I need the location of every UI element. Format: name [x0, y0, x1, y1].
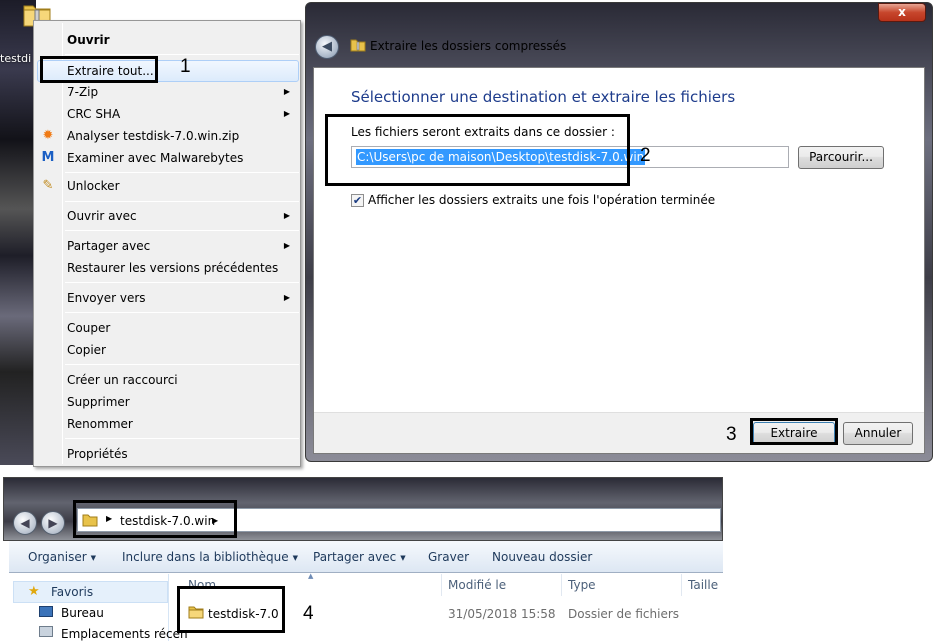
menu-item-7zip[interactable]: 7-Zip — [67, 85, 98, 99]
nav-desktop[interactable]: Bureau — [61, 606, 104, 620]
menu-separator — [65, 364, 299, 365]
dropdown-arrow-icon: ▼ — [400, 553, 406, 562]
annotation-box-address — [73, 500, 237, 538]
menu-gutter — [62, 23, 63, 464]
menu-item-cut[interactable]: Couper — [67, 321, 110, 335]
menu-item-malwarebytes[interactable]: Examiner avec Malwarebytes — [67, 151, 243, 165]
menu-item-open[interactable]: Ouvrir — [67, 33, 110, 47]
avast-icon: ✹ — [42, 128, 54, 143]
annotation-number-step1: 1 — [180, 56, 191, 77]
dropdown-arrow-icon: ▼ — [90, 553, 97, 562]
new-folder-button[interactable]: Nouveau dossier — [492, 550, 592, 564]
back-arrow-icon[interactable]: ◀ — [13, 511, 37, 535]
desktop-background — [0, 0, 36, 465]
menu-item-restore-versions[interactable]: Restaurer les versions précédentes — [67, 261, 278, 275]
annotation-number-step2: 2 — [640, 145, 651, 166]
menu-item-scan-avast[interactable]: Analyser testdisk-7.0.win.zip — [67, 129, 239, 143]
desktop-monitor-icon — [39, 606, 53, 617]
submenu-arrow-icon: ▶ — [283, 211, 290, 220]
submenu-arrow-icon: ▶ — [283, 293, 290, 302]
column-separator[interactable] — [561, 574, 562, 596]
dialog-title: Extraire les dossiers compressés — [370, 39, 567, 53]
file-row-type: Dossier de fichiers — [568, 607, 680, 621]
share-with-menu[interactable]: Partager avec ▼ — [313, 550, 406, 564]
column-separator[interactable] — [681, 574, 682, 596]
annotation-box-step4 — [177, 586, 285, 633]
annotation-box-step3 — [750, 418, 838, 445]
submenu-arrow-icon: ▶ — [283, 87, 290, 96]
menu-item-unlocker[interactable]: Unlocker — [67, 179, 120, 193]
column-separator[interactable] — [441, 574, 442, 596]
menu-item-delete[interactable]: Supprimer — [67, 395, 130, 409]
menu-item-crc-sha[interactable]: CRC SHA — [67, 107, 120, 121]
forward-arrow-icon[interactable]: ▶ — [41, 511, 65, 535]
menu-item-properties[interactable]: Propriétés — [67, 447, 128, 461]
column-header-modified[interactable]: Modifié le — [448, 578, 506, 592]
menu-separator — [65, 201, 299, 202]
column-header-type[interactable]: Type — [568, 578, 596, 592]
nav-recent-places[interactable]: Emplacements récen — [61, 627, 188, 641]
context-menu: Ouvrir Extraire tout... 7-Zip ▶ CRC SHA … — [33, 20, 301, 467]
cancel-button[interactable]: Annuler — [843, 422, 913, 445]
dropdown-arrow-icon: ▼ — [292, 553, 298, 562]
column-header-size[interactable]: Taille — [688, 578, 718, 592]
file-row-modified: 31/05/2018 15:58 — [448, 607, 556, 621]
include-library-menu[interactable]: Inclure dans la bibliothèque ▼ — [122, 550, 298, 564]
menu-separator — [65, 54, 299, 55]
dialog-heading: Sélectionner une destination et extraire… — [351, 88, 736, 106]
annotation-number-step4: 4 — [303, 603, 314, 624]
menu-item-open-with[interactable]: Ouvrir avec — [67, 209, 137, 223]
menu-item-share-with[interactable]: Partager avec — [67, 239, 150, 253]
unlocker-wand-icon: ✎ — [42, 178, 54, 193]
menu-item-create-shortcut[interactable]: Créer un raccourci — [67, 373, 178, 387]
menu-separator — [65, 312, 299, 313]
submenu-arrow-icon: ▶ — [283, 109, 290, 118]
recent-places-icon — [39, 626, 53, 637]
menu-item-send-to[interactable]: Envoyer vers — [67, 291, 146, 305]
nav-favorites[interactable]: Favoris — [51, 585, 93, 599]
star-icon: ★ — [28, 584, 40, 599]
submenu-arrow-icon: ▶ — [283, 241, 290, 250]
show-folders-checkbox[interactable]: ✔ — [351, 194, 364, 207]
show-folders-checkbox-label[interactable]: Afficher les dossiers extraits une fois … — [368, 193, 715, 207]
close-button[interactable]: x — [878, 3, 926, 22]
organize-menu[interactable]: Organiser ▼ — [28, 550, 96, 564]
menu-item-rename[interactable]: Renommer — [67, 417, 133, 431]
compressed-folder-icon — [350, 38, 366, 52]
annotation-box-step1 — [40, 56, 158, 83]
burn-button[interactable]: Graver — [428, 550, 469, 564]
malwarebytes-icon: M — [41, 150, 55, 165]
menu-separator — [65, 438, 299, 439]
desktop-icon-label[interactable]: testdi — [0, 52, 31, 65]
sort-arrow-icon: ▲ — [308, 572, 314, 580]
navigation-pane: ★ Favoris Bureau Emplacements récen — [9, 574, 188, 641]
menu-item-copy[interactable]: Copier — [67, 343, 106, 357]
menu-separator — [65, 230, 299, 231]
back-arrow-icon[interactable]: ◀ — [315, 35, 339, 59]
menu-separator — [65, 282, 299, 283]
annotation-box-step2 — [325, 114, 630, 186]
menu-separator — [65, 172, 299, 173]
browse-button[interactable]: Parcourir... — [798, 146, 884, 169]
annotation-number-step3: 3 — [726, 424, 737, 445]
explorer-toolbar: Organiser ▼ Inclure dans la bibliothèque ▼… — [9, 541, 723, 573]
